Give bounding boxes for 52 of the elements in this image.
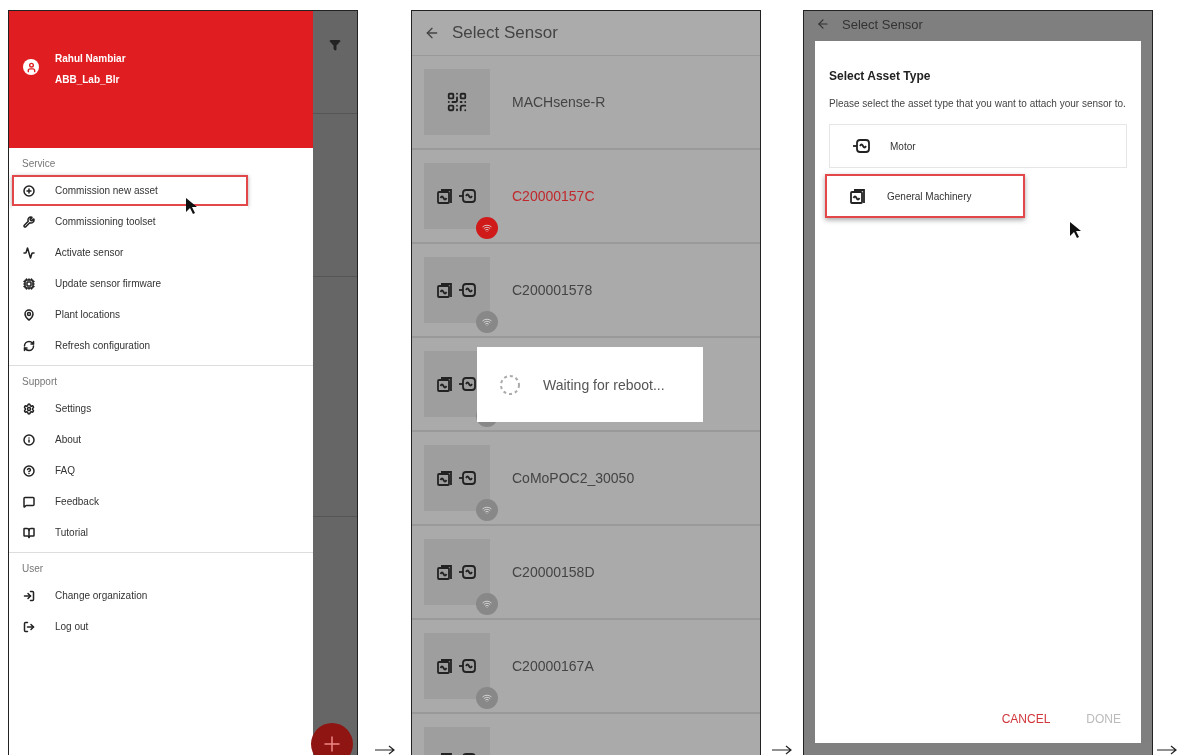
sensor-name: CoMoPOC2_30050 [512, 470, 635, 486]
qr-code-icon [446, 91, 468, 113]
pointer-icon [185, 197, 199, 215]
back-icon[interactable] [816, 17, 830, 31]
pointer-icon [1069, 221, 1083, 239]
menu-icon [23, 308, 35, 321]
arrow-icon [373, 745, 396, 755]
asset-option[interactable]: Motor [829, 124, 1127, 168]
menu-icon [23, 215, 35, 228]
menu-icon [23, 464, 35, 477]
motor-icon [458, 468, 478, 488]
sensor-name: MACHsense-R [512, 94, 606, 110]
menu-icon [23, 526, 35, 539]
sensor-name: C20000167A [512, 658, 594, 674]
spinner-icon [499, 373, 521, 396]
motor-icon [458, 562, 478, 582]
motor-icon [458, 656, 478, 676]
progress-message: Waiting for reboot... [543, 376, 665, 393]
motor-icon [458, 280, 478, 300]
back-icon[interactable] [424, 25, 440, 41]
dialog-title: Select Asset Type [829, 69, 932, 83]
section-label: Service [21, 157, 57, 171]
dialog-button[interactable]: CANCEL [995, 711, 1057, 727]
menu-icon [23, 246, 35, 259]
menu-icon [23, 339, 35, 352]
motor-icon [852, 136, 872, 156]
motor-icon [458, 186, 478, 206]
dialog-description: Please select the asset type that you want to attach your sensor to. [829, 97, 1127, 110]
asset-option[interactable]: General Machinery [825, 174, 1025, 218]
menu-icon [23, 495, 35, 508]
screen-title: Select Sensor [452, 23, 558, 43]
filter-icon [329, 39, 341, 51]
add-button[interactable] [311, 723, 353, 755]
user-name: Rahul Nambiar [55, 53, 126, 64]
menu-icon [23, 589, 35, 602]
menu-icon [23, 433, 35, 446]
arrow-icon [771, 745, 793, 755]
menu-icon [23, 277, 35, 290]
section-label: User [21, 562, 45, 576]
sensor-name: C200001578 [512, 282, 593, 298]
motor-icon [458, 374, 478, 394]
menu-icon [23, 620, 35, 633]
section-label: Support [21, 375, 59, 389]
organization-name: ABB_Lab_Blr [55, 74, 121, 85]
sensor-name: C20000157C [512, 188, 595, 204]
menu-item[interactable]: Commission new asset [12, 175, 248, 206]
sensor-name: C20000158D [512, 564, 595, 580]
menu-icon [23, 402, 35, 415]
avatar-icon [23, 59, 39, 75]
screen-title: Select Sensor [842, 17, 923, 32]
arrow-icon [1156, 745, 1178, 755]
menu-icon [23, 184, 35, 197]
